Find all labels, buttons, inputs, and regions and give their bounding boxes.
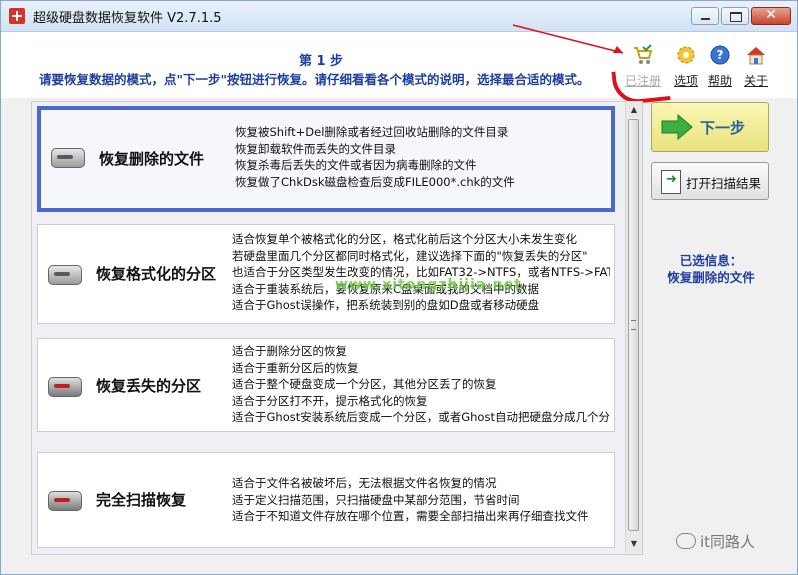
open-file-icon <box>661 170 681 194</box>
help-label: 帮助 <box>707 74 732 88</box>
help-icon: ? <box>710 45 730 65</box>
close-icon: ✕ <box>765 7 777 23</box>
next-step-button[interactable]: 下一步 <box>651 102 769 152</box>
title-bar[interactable]: 超级硬盘数据恢复软件 V2.7.1.5 ✕ <box>1 1 797 32</box>
option-description: 恢复被Shift+Del删除或者经过回收站删除的文件目录 恢复卸载软件而丢失的文… <box>235 124 611 190</box>
option-description: 适合恢复单个被格式化的分区，格式化前后这个分区大小未发生变化 若硬盘里面几个分区… <box>232 231 610 314</box>
annotation-arrow <box>512 24 624 54</box>
site-watermark: www.xitongzhijia.net <box>335 277 522 293</box>
option-title: 恢复删除的文件 <box>99 150 205 168</box>
app-icon <box>9 8 25 24</box>
minimize-button[interactable] <box>691 7 719 25</box>
open-scan-result-label: 打开扫描结果 <box>686 176 762 191</box>
next-step-label: 下一步 <box>700 119 746 137</box>
option-title: 恢复格式化的分区 <box>96 265 217 283</box>
arrow-right-icon <box>661 114 693 140</box>
option-recover-deleted[interactable]: 恢复删除的文件 恢复被Shift+Del删除或者经过回收站删除的文件目录 恢复卸… <box>37 106 615 212</box>
maximize-icon <box>730 12 742 22</box>
option-desc-line: 恢复杀毒后丢失的文件或者因为病毒删除的文件 <box>235 158 477 172</box>
option-desc-line: 适合于Ghost误操作，把系统装到别的盘如D盘或者移动硬盘 <box>232 298 540 312</box>
app-window: 超级硬盘数据恢复软件 V2.7.1.5 ✕ 第 1 步 请要恢复数据的模式，点"… <box>0 0 798 575</box>
about-button[interactable]: 关于 <box>736 44 776 89</box>
option-desc-line: 适合于删除分区的恢复 <box>232 344 347 358</box>
footer-watermark-text: it同路人 <box>700 533 756 551</box>
option-desc-line: 适合恢复单个被格式化的分区，格式化前后这个分区大小未发生变化 <box>232 232 577 246</box>
option-desc-line: 恢复卸载软件而丢失的文件目录 <box>235 141 396 156</box>
option-desc-line: 若硬盘里面几个分区都同时格式化，建议选择下面的"恢复丢失的分区" <box>232 248 588 263</box>
hard-disk-icon <box>48 377 82 397</box>
instruction-text: 请要恢复数据的模式，点"下一步"按钮进行恢复。请仔细看看各个模式的说明，选择最合… <box>39 72 590 87</box>
close-button[interactable]: ✕ <box>751 7 791 25</box>
footer-watermark: it同路人 <box>676 531 755 552</box>
scrollbar-thumb[interactable] <box>628 119 639 531</box>
option-desc-line: 适合于Ghost安装系统后变成一个分区，或者Ghost自动把硬盘分成几个分 <box>232 410 610 424</box>
option-title: 恢复丢失的分区 <box>96 377 202 395</box>
selected-info: 已选信息： 恢复删除的文件 <box>651 252 771 286</box>
option-title: 完全扫描恢复 <box>96 491 187 509</box>
window-title: 超级硬盘数据恢复软件 V2.7.1.5 <box>33 11 222 26</box>
option-full-scan[interactable]: 完全扫描恢复 适合于文件名被破坏后，无法根据文件名恢复的情况 适于定义扫描范围，… <box>37 452 615 548</box>
maximize-button[interactable] <box>721 7 749 25</box>
option-desc-line: 适合于重新分区后的恢复 <box>232 360 359 375</box>
hard-disk-icon <box>48 491 82 511</box>
scroll-up-arrow-icon[interactable]: ▲ <box>627 103 641 117</box>
open-scan-result-button[interactable]: 打开扫描结果 <box>651 162 769 200</box>
scrollbar-grip-icon <box>631 320 636 330</box>
help-button[interactable]: ? 帮助 <box>700 44 740 89</box>
option-recover-formatted[interactable]: 恢复格式化的分区 适合恢复单个被格式化的分区，格式化前后这个分区大小未发生变化 … <box>37 224 615 324</box>
selected-info-label: 已选信息： <box>679 253 743 268</box>
gear-icon <box>677 46 695 64</box>
option-desc-line: 恢复做了ChkDsk磁盘检查后变成FILE000*.chk的文件 <box>235 174 515 189</box>
svg-text:?: ? <box>717 48 724 62</box>
mode-list: 恢复删除的文件 恢复被Shift+Del删除或者经过回收站删除的文件目录 恢复卸… <box>31 101 643 555</box>
option-description: 适合于文件名被破坏后，无法根据文件名恢复的情况 适于定义扫描范围，只扫描硬盘中某… <box>232 475 610 525</box>
minimize-icon <box>701 18 710 20</box>
option-desc-line: 适于定义扫描范围，只扫描硬盘中某部分范围，节省时间 <box>232 492 520 507</box>
option-desc-line: 适合于文件名被破坏后，无法根据文件名恢复的情况 <box>232 476 497 490</box>
option-desc-line: 适合于整个硬盘变成一个分区，其他分区丢了的恢复 <box>232 377 497 391</box>
header-area: 第 1 步 请要恢复数据的模式，点"下一步"按钮进行恢复。请仔细看看各个模式的说… <box>1 32 797 98</box>
hard-disk-icon <box>48 265 82 285</box>
selected-info-value: 恢复删除的文件 <box>667 270 755 285</box>
scroll-down-arrow-icon[interactable]: ▼ <box>627 537 641 551</box>
option-desc-line: 恢复被Shift+Del删除或者经过回收站删除的文件目录 <box>235 125 509 139</box>
wechat-icon <box>676 533 696 549</box>
mode-list-scrollbar[interactable]: ▲ ▼ <box>625 101 642 553</box>
option-recover-lost-partition[interactable]: 恢复丢失的分区 适合于删除分区的恢复 适合于重新分区后的恢复 适合于整个硬盘变成… <box>37 338 615 432</box>
about-label: 关于 <box>743 74 768 88</box>
option-description: 适合于删除分区的恢复 适合于重新分区后的恢复 适合于整个硬盘变成一个分区，其他分… <box>232 343 610 426</box>
option-desc-line: 适合于分区打不开，提示格式化的恢复 <box>232 393 428 408</box>
cart-icon <box>634 44 653 64</box>
annotation-circle <box>611 66 671 106</box>
option-desc-line: 适合于不知道文件存放在哪个位置，需要全部扫描出来再仔细查找文件 <box>232 509 589 523</box>
hard-disk-icon <box>51 148 85 168</box>
home-icon <box>747 47 765 65</box>
